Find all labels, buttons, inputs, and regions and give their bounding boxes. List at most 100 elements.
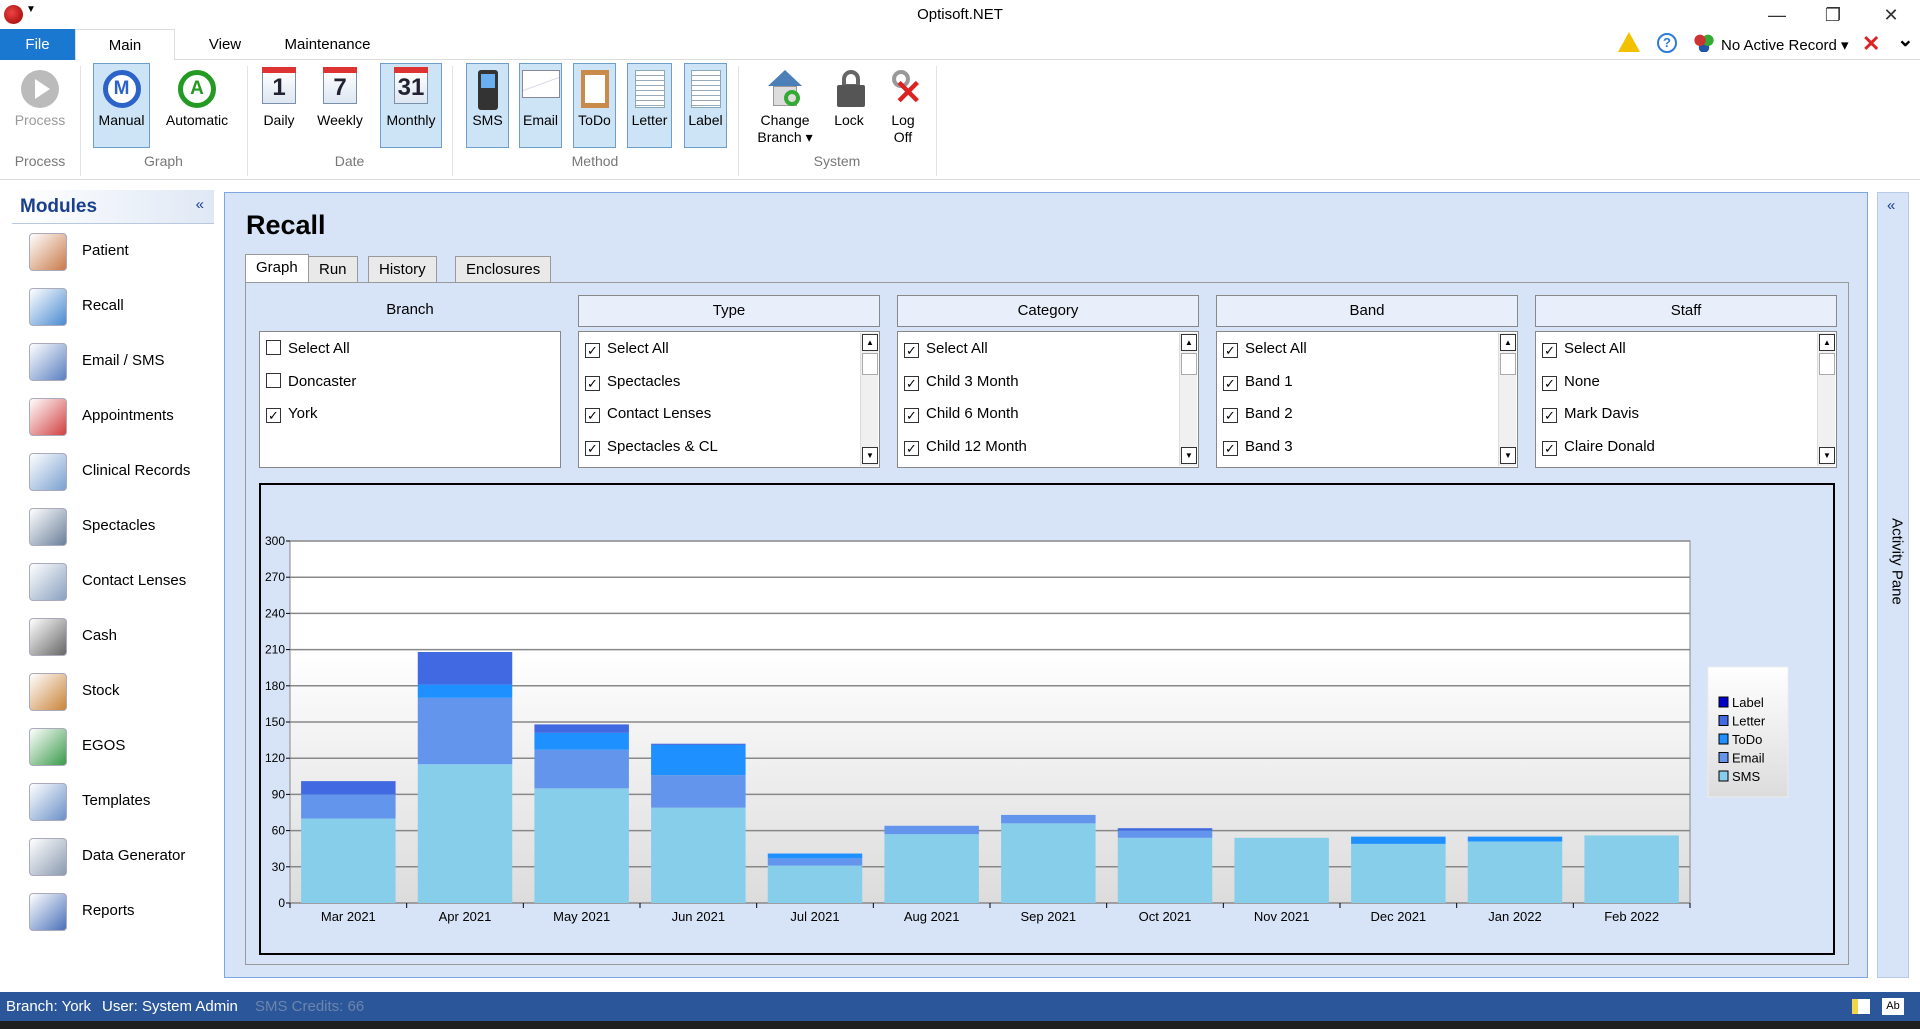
sms-button[interactable]: SMS: [466, 63, 509, 148]
checkbox[interactable]: ✓: [1223, 375, 1238, 391]
filter-item[interactable]: Doncaster: [266, 372, 356, 395]
scroll-thumb[interactable]: [1819, 353, 1835, 375]
daily-button[interactable]: 1 Daily: [258, 63, 300, 148]
filter-item[interactable]: ✓ Child 12 Month: [904, 438, 1027, 460]
lock-button[interactable]: Lock: [830, 63, 868, 148]
scroll-up-button[interactable]: ▲: [1819, 334, 1835, 351]
todo-button[interactable]: ToDo: [573, 63, 616, 148]
sidebar-item-clinical-records[interactable]: Clinical Records: [12, 447, 212, 497]
list-scrollbar[interactable]: ▲ ▼: [1179, 333, 1197, 466]
tab-history[interactable]: History: [368, 256, 437, 283]
filter-item[interactable]: ✓ Select All: [904, 340, 988, 362]
email-button[interactable]: Email: [519, 63, 562, 148]
list-scrollbar[interactable]: ▲ ▼: [860, 333, 878, 466]
close-record-button[interactable]: ✕: [1862, 31, 1880, 57]
filter-item[interactable]: ✓ Band 1: [1223, 373, 1293, 395]
close-window-button[interactable]: ✕: [1871, 2, 1911, 28]
checkbox[interactable]: ✓: [1542, 408, 1557, 424]
monthly-button[interactable]: 31 Monthly: [380, 63, 442, 148]
sidebar-item-cash[interactable]: Cash: [12, 612, 212, 662]
checkbox[interactable]: ✓: [585, 375, 600, 391]
scroll-down-button[interactable]: ▼: [1181, 447, 1197, 464]
tab-view[interactable]: View: [200, 29, 250, 60]
filter-item[interactable]: ✓ Band 2: [1223, 405, 1293, 427]
sidebar-item-egos[interactable]: EGOS: [12, 722, 212, 772]
filter-item[interactable]: ✓ York: [266, 405, 317, 427]
sidebar-item-email-sms[interactable]: Email / SMS: [12, 337, 212, 387]
filter-item[interactable]: ✓ Band 3: [1223, 438, 1293, 460]
manual-button[interactable]: M Manual: [93, 63, 150, 148]
filter-item[interactable]: ✓ Select All: [1542, 340, 1626, 362]
checkbox[interactable]: ✓: [904, 408, 919, 424]
filter-header-category[interactable]: Category: [897, 295, 1199, 327]
filter-item[interactable]: ✓ None: [1542, 373, 1600, 395]
filter-item[interactable]: ✓ Spectacles: [585, 373, 680, 395]
checkbox[interactable]: ✓: [585, 408, 600, 424]
scroll-down-button[interactable]: ▼: [1500, 447, 1516, 464]
filter-item[interactable]: ✓ Select All: [585, 340, 669, 362]
warning-icon[interactable]: [1618, 32, 1640, 52]
tab-run[interactable]: Run: [308, 256, 358, 283]
filter-item[interactable]: ✓ Claire Donald: [1542, 438, 1655, 460]
spellcheck-icon[interactable]: Ab: [1882, 998, 1904, 1015]
scroll-thumb[interactable]: [862, 353, 878, 375]
scroll-up-button[interactable]: ▲: [862, 334, 878, 351]
checkbox[interactable]: ✓: [904, 375, 919, 391]
scroll-thumb[interactable]: [1181, 353, 1197, 375]
sidebar-item-patient[interactable]: Patient: [12, 227, 212, 277]
maximize-button[interactable]: ❐: [1813, 2, 1853, 28]
filter-item[interactable]: Select All: [266, 340, 350, 362]
collapse-activity-pane-button[interactable]: «: [1887, 197, 1895, 214]
sidebar-item-spectacles[interactable]: Spectacles: [12, 502, 212, 552]
sidebar-item-appointments[interactable]: Appointments: [12, 392, 212, 442]
list-scrollbar[interactable]: ▲ ▼: [1498, 333, 1516, 466]
filter-item[interactable]: ✓ Mark Davis: [1542, 405, 1639, 427]
scroll-thumb[interactable]: [1500, 353, 1516, 375]
checkbox[interactable]: ✓: [904, 441, 919, 457]
tab-maintenance[interactable]: Maintenance: [280, 29, 375, 60]
tab-enclosures[interactable]: Enclosures: [455, 256, 552, 283]
checkbox[interactable]: [266, 372, 281, 388]
checkbox[interactable]: ✓: [1223, 408, 1238, 424]
checkbox[interactable]: ✓: [585, 441, 600, 457]
filter-item[interactable]: ✓ Child 3 Month: [904, 373, 1019, 395]
filter-item[interactable]: ✓ Child 6 Month: [904, 405, 1019, 427]
checkbox[interactable]: [266, 340, 281, 355]
sidebar-item-stock[interactable]: Stock: [12, 667, 212, 717]
sidebar-item-contact-lenses[interactable]: Contact Lenses: [12, 557, 212, 607]
filter-header-staff[interactable]: Staff: [1535, 295, 1837, 327]
sidebar-item-recall[interactable]: Recall: [12, 282, 212, 332]
checkbox[interactable]: ✓: [1542, 375, 1557, 391]
tab-graph[interactable]: Graph: [245, 254, 309, 283]
tab-file[interactable]: File: [0, 29, 75, 60]
help-icon[interactable]: ?: [1657, 33, 1677, 53]
process-button[interactable]: Process: [10, 63, 70, 148]
letter-button[interactable]: Letter: [627, 63, 672, 148]
collapse-ribbon-button[interactable]: ⌄: [1897, 27, 1914, 52]
sidebar-item-reports[interactable]: Reports: [12, 887, 212, 937]
scroll-down-button[interactable]: ▼: [1819, 447, 1835, 464]
checkbox[interactable]: ✓: [1223, 343, 1238, 358]
sidebar-item-data-generator[interactable]: Data Generator: [12, 832, 212, 882]
scroll-down-button[interactable]: ▼: [862, 447, 878, 464]
checkbox[interactable]: ✓: [1223, 441, 1238, 457]
scroll-up-button[interactable]: ▲: [1181, 334, 1197, 351]
filter-header-band[interactable]: Band: [1216, 295, 1518, 327]
filter-item[interactable]: ✓ Contact Lenses: [585, 405, 711, 427]
activity-pane[interactable]: « Activity Pane: [1877, 192, 1909, 978]
label-button[interactable]: Label: [684, 63, 727, 148]
filter-item[interactable]: ✓ Select All: [1223, 340, 1307, 362]
log-button[interactable]: ✕ Log Off: [880, 63, 926, 163]
tab-main[interactable]: Main: [75, 29, 175, 61]
checkbox[interactable]: ✓: [1542, 343, 1557, 358]
scroll-up-button[interactable]: ▲: [1500, 334, 1516, 351]
weekly-button[interactable]: 7 Weekly: [313, 63, 367, 148]
list-scrollbar[interactable]: ▲ ▼: [1817, 333, 1835, 466]
collapse-sidebar-button[interactable]: «: [196, 196, 204, 213]
checkbox[interactable]: ✓: [904, 343, 919, 358]
notes-icon[interactable]: [1852, 999, 1870, 1014]
checkbox[interactable]: ✓: [585, 343, 600, 358]
filter-header-type[interactable]: Type: [578, 295, 880, 327]
filter-item[interactable]: ✓ Spectacles & CL: [585, 438, 718, 460]
active-record-dropdown[interactable]: No Active Record ▾: [1721, 36, 1849, 54]
